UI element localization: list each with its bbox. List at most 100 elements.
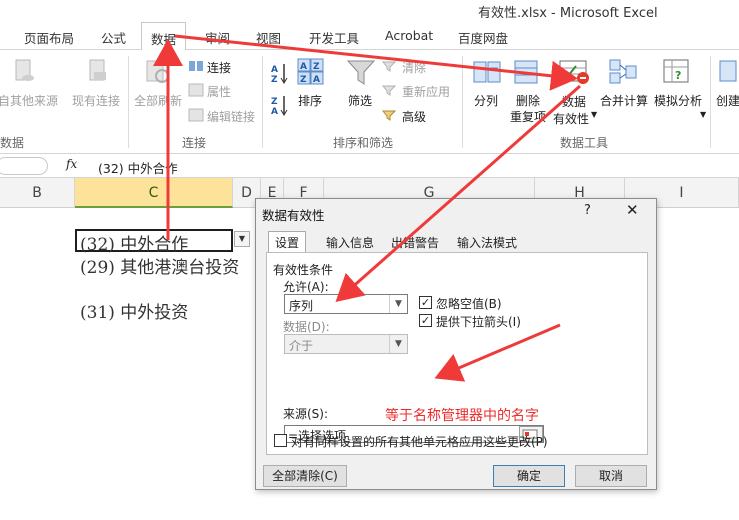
data-label: 数据(D): bbox=[283, 320, 330, 334]
column-header-c[interactable]: C bbox=[75, 178, 233, 208]
edit-links-icon bbox=[188, 108, 204, 122]
in-cell-dropdown-checkbox[interactable]: ✓ bbox=[419, 314, 432, 327]
tab-formulas[interactable]: 公式 bbox=[101, 28, 126, 47]
sort-ascending-icon: AZ bbox=[271, 64, 288, 84]
svg-text:Z: Z bbox=[313, 62, 320, 72]
ribbon: 自其他来源 现有连接 数据 全部刷新 连接 属性 编辑链接 连接 AZ ZA A… bbox=[0, 50, 739, 154]
group-label-data-tools: 数据工具 bbox=[560, 136, 609, 150]
clear-all-button[interactable]: 全部清除(C) bbox=[263, 465, 347, 487]
filter-button[interactable]: 筛选 bbox=[348, 92, 372, 109]
consolidate-button[interactable]: 合并计算 bbox=[600, 92, 648, 109]
formula-bar: fx (32) 中外合作 bbox=[0, 154, 739, 178]
chevron-down-icon: ▼ bbox=[700, 110, 707, 119]
tab-input-message[interactable]: 输入信息 bbox=[326, 234, 374, 252]
dialog-title: 数据有效性 bbox=[262, 208, 325, 223]
group-separator bbox=[262, 56, 263, 148]
refresh-all-icon bbox=[146, 60, 169, 83]
group-separator bbox=[462, 56, 463, 148]
svg-text:A: A bbox=[300, 62, 307, 72]
advanced-filter-icon bbox=[382, 110, 396, 121]
data-operator-value: 介于 bbox=[289, 339, 314, 353]
allow-label: 允许(A): bbox=[283, 280, 329, 294]
tab-review[interactable]: 审阅 bbox=[205, 28, 230, 47]
existing-connections-icon bbox=[89, 59, 106, 81]
window-title: 有效性.xlsx - Microsoft Excel bbox=[478, 6, 658, 21]
consolidate-icon bbox=[609, 59, 637, 84]
advanced-button[interactable]: 高级 bbox=[402, 108, 426, 125]
reapply-icon bbox=[382, 85, 396, 96]
properties-button[interactable]: 属性 bbox=[207, 83, 231, 100]
tab-baidu-netdisk[interactable]: 百度网盘 bbox=[458, 28, 508, 47]
ignore-blank-label: 忽略空值(B) bbox=[436, 297, 502, 311]
allow-select[interactable]: 序列 ▼ bbox=[284, 294, 408, 314]
source-label: 来源(S): bbox=[283, 407, 329, 421]
ok-button[interactable]: 确定 bbox=[493, 465, 565, 487]
create-group-button[interactable]: 创建 bbox=[716, 92, 739, 109]
cancel-button[interactable]: 取消 bbox=[575, 465, 647, 487]
function-icon[interactable]: fx bbox=[66, 157, 77, 171]
edit-links-button[interactable]: 编辑链接 bbox=[207, 108, 255, 125]
ribbon-tabs: 页面布局 公式 数据 审阅 视图 开发工具 Acrobat 百度网盘 bbox=[0, 22, 739, 51]
cell-c2[interactable]: (29) 其他港澳台投资 bbox=[80, 253, 239, 278]
svg-text:?: ? bbox=[675, 69, 681, 82]
data-validation-dialog: 数据有效性 ? ✕ 设置 输入信息 出错警告 输入法模式 有效性条件 允许(A)… bbox=[255, 198, 657, 490]
clear-icon bbox=[382, 61, 396, 72]
remove-duplicates-button-line2[interactable]: 重复项 bbox=[510, 108, 546, 125]
svg-text:A: A bbox=[271, 65, 278, 75]
group-outline-icon bbox=[719, 60, 737, 82]
tab-page-layout[interactable]: 页面布局 bbox=[24, 28, 74, 47]
svg-text:Z: Z bbox=[271, 97, 278, 107]
tab-view[interactable]: 视图 bbox=[256, 28, 281, 47]
reapply-button[interactable]: 重新应用 bbox=[402, 83, 450, 100]
tab-acrobat[interactable]: Acrobat bbox=[385, 28, 433, 43]
annotation-text: 等于名称管理器中的名字 bbox=[385, 408, 539, 424]
cell-c1[interactable]: (32) 中外合作 bbox=[80, 230, 188, 255]
sort-button[interactable]: 排序 bbox=[298, 92, 322, 109]
group-label-sort-filter: 排序和筛选 bbox=[333, 136, 394, 150]
refresh-all-button[interactable]: 全部刷新 bbox=[134, 92, 182, 109]
connections-icon bbox=[189, 61, 203, 71]
data-validation-button-line1[interactable]: 数据 bbox=[562, 93, 586, 110]
tab-ime-mode[interactable]: 输入法模式 bbox=[457, 234, 517, 252]
data-validation-button-line2[interactable]: 有效性 bbox=[553, 110, 589, 127]
svg-text:Z: Z bbox=[300, 75, 307, 85]
tab-settings[interactable]: 设置 bbox=[268, 231, 307, 253]
text-to-columns-button[interactable]: 分列 bbox=[474, 92, 498, 109]
existing-connections-button[interactable]: 现有连接 bbox=[72, 92, 120, 109]
other-sources-icon bbox=[15, 59, 34, 81]
chevron-down-icon: ▼ bbox=[591, 110, 598, 119]
connections-button[interactable]: 连接 bbox=[207, 59, 231, 76]
close-icon[interactable]: ✕ bbox=[626, 201, 639, 219]
svg-text:A: A bbox=[313, 75, 320, 85]
sort-descending-icon: ZA bbox=[271, 96, 288, 116]
name-box[interactable] bbox=[0, 157, 48, 175]
help-icon[interactable]: ? bbox=[584, 203, 591, 218]
what-if-analysis-button[interactable]: 模拟分析 bbox=[654, 92, 702, 109]
clear-button[interactable]: 清除 bbox=[402, 59, 426, 76]
remove-duplicates-button-line1[interactable]: 删除 bbox=[516, 92, 540, 109]
formula-input[interactable]: (32) 中外合作 bbox=[98, 158, 178, 177]
tab-error-alert[interactable]: 出错警告 bbox=[391, 234, 439, 252]
group-label-data: 数据 bbox=[0, 136, 25, 150]
chevron-down-icon: ▼ bbox=[389, 335, 407, 353]
tab-developer[interactable]: 开发工具 bbox=[309, 28, 359, 47]
validation-criteria-heading: 有效性条件 bbox=[273, 263, 334, 277]
apply-to-all-checkbox[interactable] bbox=[274, 434, 287, 447]
svg-text:Z: Z bbox=[271, 75, 278, 84]
from-other-sources-button[interactable]: 自其他来源 bbox=[0, 92, 58, 109]
title-bar: 有效性.xlsx - Microsoft Excel bbox=[0, 0, 739, 22]
data-operator-select[interactable]: 介于 ▼ bbox=[284, 334, 408, 354]
ignore-blank-checkbox[interactable]: ✓ bbox=[419, 296, 432, 309]
column-header-b[interactable]: B bbox=[0, 178, 75, 208]
cell-c4[interactable]: (31) 中外投资 bbox=[80, 298, 188, 323]
filter-icon bbox=[346, 60, 376, 85]
text-to-columns-icon bbox=[473, 61, 501, 83]
in-cell-dropdown-label: 提供下拉箭头(I) bbox=[436, 315, 521, 329]
sort-dialog-icon: A Z Z A bbox=[297, 58, 324, 85]
group-separator bbox=[128, 56, 129, 148]
cell-dropdown-button[interactable]: ▼ bbox=[234, 231, 250, 247]
remove-duplicates-icon bbox=[514, 60, 538, 84]
group-separator bbox=[710, 56, 711, 148]
tab-data[interactable]: 数据 bbox=[141, 22, 187, 51]
data-validation-icon bbox=[559, 60, 589, 84]
